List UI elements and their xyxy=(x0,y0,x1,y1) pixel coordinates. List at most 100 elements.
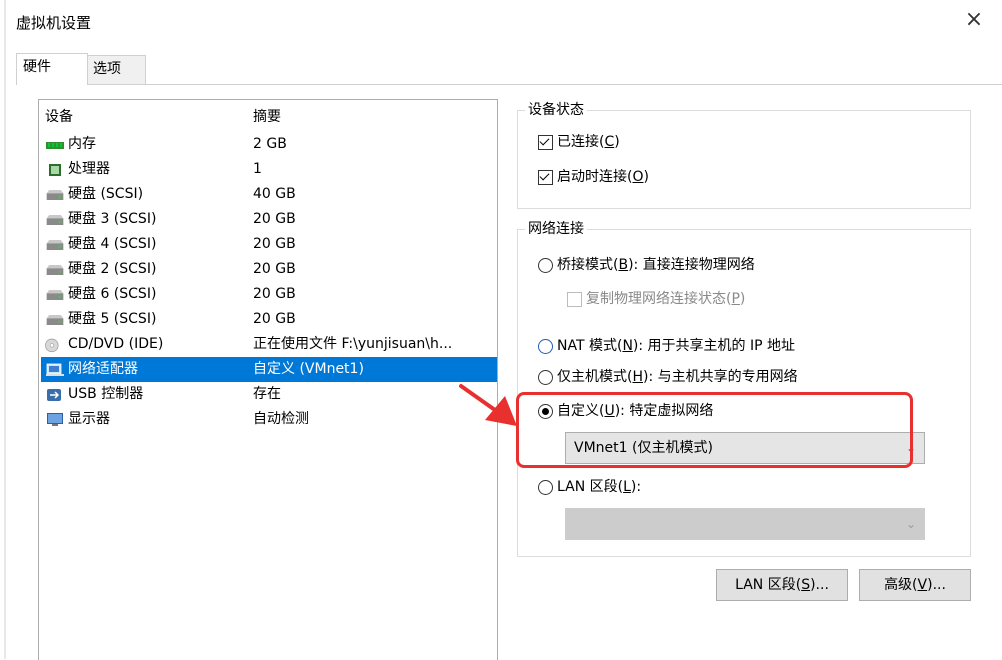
device-name: 硬盘 5 (SCSI) xyxy=(68,311,157,327)
close-icon[interactable]: × xyxy=(962,8,986,32)
bridged-radio[interactable]: 桥接模式(B): 直接连接物理网络 xyxy=(538,254,755,276)
harddisk-icon xyxy=(46,215,64,225)
lan-segment-radio[interactable]: LAN 区段(L): xyxy=(538,476,641,498)
summary-header-label: 摘要 xyxy=(253,109,281,125)
radio-button[interactable] xyxy=(538,338,553,354)
device-name: 硬盘 6 (SCSI) xyxy=(68,286,157,302)
advanced-button[interactable]: 高级(V)... xyxy=(859,569,971,601)
host-only-radio[interactable]: 仅主机模式(H): 与主机共享的专用网络 xyxy=(538,366,798,388)
connected-label: 已连接( xyxy=(557,134,605,150)
nat-radio[interactable]: NAT 模式(N): 用于共享主机的 IP 地址 xyxy=(538,335,795,357)
device-summary: 2 GB xyxy=(253,136,287,152)
device-name: 硬盘 3 (SCSI) xyxy=(68,211,157,227)
device-name: 网络适配器 xyxy=(68,361,138,377)
lan-segments-button-label: LAN 区段( xyxy=(735,577,802,593)
lan-segments-button-key: S xyxy=(801,577,811,593)
display-icon xyxy=(47,413,63,426)
tab-hardware[interactable]: 硬件 xyxy=(16,53,88,85)
lan-segment-label: LAN 区段( xyxy=(557,479,624,495)
network-adapter-icon xyxy=(46,363,64,376)
advanced-button-key: V xyxy=(917,577,928,593)
connect-at-power-on-checkbox[interactable]: 启动时连接(O) xyxy=(538,166,649,188)
device-row-network-adapter[interactable]: 网络适配器 自定义 (VMnet1) xyxy=(41,357,497,382)
device-row-processor[interactable]: 处理器 1 xyxy=(41,157,497,182)
lan-segment-key: L xyxy=(623,479,631,495)
nat-label: NAT 模式( xyxy=(557,338,623,354)
device-name: CD/DVD (IDE) xyxy=(68,336,164,352)
network-connection-title: 网络连接 xyxy=(525,220,587,238)
device-row-display[interactable]: 显示器 自动检测 xyxy=(41,407,497,432)
cd-icon xyxy=(45,338,59,353)
device-name: 硬盘 4 (SCSI) xyxy=(68,236,157,252)
host-only-label: 仅主机模式( xyxy=(557,369,633,385)
tab-options[interactable]: 选项 xyxy=(86,55,146,85)
harddisk-icon xyxy=(46,290,64,300)
device-row-harddisk-3[interactable]: 硬盘 3 (SCSI) 20 GB xyxy=(41,207,497,232)
device-row-usb[interactable]: USB 控制器 存在 xyxy=(41,382,497,407)
device-row-harddisk-4[interactable]: 硬盘 4 (SCSI) 20 GB xyxy=(41,232,497,257)
device-name: 硬盘 (SCSI) xyxy=(68,186,144,202)
harddisk-icon xyxy=(46,190,64,200)
device-summary: 存在 xyxy=(253,386,281,402)
device-status-group: 设备状态 已连接(C) 启动时连接(O) xyxy=(517,101,971,209)
connect-at-power-on-label: 启动时连接( xyxy=(557,169,633,185)
device-name: 内存 xyxy=(68,136,96,152)
device-row-harddisk-6[interactable]: 硬盘 6 (SCSI) 20 GB xyxy=(41,282,497,307)
device-row-harddisk-2[interactable]: 硬盘 2 (SCSI) 20 GB xyxy=(41,257,497,282)
replicate-label: 复制物理网络连接状态( xyxy=(586,291,732,307)
replicate-state-checkbox[interactable]: 复制物理网络连接状态(P) xyxy=(567,288,745,310)
device-name: 显示器 xyxy=(68,411,110,427)
device-row-cd-dvd[interactable]: CD/DVD (IDE) 正在使用文件 F:\yunjisuan\h... xyxy=(41,332,497,357)
harddisk-icon xyxy=(46,315,64,325)
device-status-title: 设备状态 xyxy=(525,101,587,119)
harddisk-icon xyxy=(46,265,64,275)
chevron-down-icon: ⌄ xyxy=(905,517,916,531)
annotation-arrow-icon xyxy=(459,384,517,426)
bridged-key: B xyxy=(618,257,629,273)
device-name: 处理器 xyxy=(68,161,110,177)
advanced-button-label: 高级( xyxy=(884,577,918,593)
radio-button[interactable] xyxy=(538,369,553,385)
checkbox-box[interactable] xyxy=(567,291,582,307)
connect-at-power-on-suffix: ) xyxy=(643,169,649,185)
device-row-harddisk-5[interactable]: 硬盘 5 (SCSI) 20 GB xyxy=(41,307,497,332)
annotation-highlight-box xyxy=(516,392,913,468)
device-column-header: 设备 xyxy=(45,106,73,126)
device-list[interactable]: 设备 摘要 内存 2 GB 处理器 1 硬盘 (SCSI) 40 GB 硬盘 3… xyxy=(38,99,498,660)
device-header-label: 设备 xyxy=(45,109,73,125)
lan-segment-select[interactable]: ⌄ xyxy=(565,508,925,540)
radio-button[interactable] xyxy=(538,257,553,273)
connected-key: C xyxy=(604,134,615,150)
connected-suffix: ) xyxy=(614,134,620,150)
lan-segments-button-suffix: )... xyxy=(810,577,829,593)
host-only-key: H xyxy=(632,369,643,385)
device-summary: 1 xyxy=(253,161,262,177)
summary-column-header: 摘要 xyxy=(253,106,281,126)
host-only-suffix: ): 与主机共享的专用网络 xyxy=(643,369,798,385)
memory-icon xyxy=(46,142,64,149)
nat-key: N xyxy=(622,338,633,354)
radio-button[interactable] xyxy=(538,479,553,495)
device-summary: 20 GB xyxy=(253,211,296,227)
usb-icon xyxy=(47,389,61,401)
nat-suffix: ): 用于共享主机的 IP 地址 xyxy=(632,338,796,354)
connected-checkbox[interactable]: 已连接(C) xyxy=(538,131,620,153)
lan-segments-button[interactable]: LAN 区段(S)... xyxy=(716,569,848,601)
device-summary: 自定义 (VMnet1) xyxy=(253,361,364,377)
harddisk-icon xyxy=(46,240,64,250)
tab-divider xyxy=(16,84,1002,85)
lan-segment-suffix: ): xyxy=(630,479,642,495)
device-summary: 20 GB xyxy=(253,311,296,327)
replicate-suffix: ) xyxy=(739,291,746,307)
replicate-key: P xyxy=(731,291,740,307)
device-summary: 自动检测 xyxy=(253,411,309,427)
device-summary: 20 GB xyxy=(253,286,296,302)
bridged-label: 桥接模式( xyxy=(557,257,619,273)
bridged-suffix: ): 直接连接物理网络 xyxy=(628,257,755,273)
device-summary: 40 GB xyxy=(253,186,296,202)
checkbox-box[interactable] xyxy=(538,134,553,150)
device-row-harddisk[interactable]: 硬盘 (SCSI) 40 GB xyxy=(41,182,497,207)
checkbox-box[interactable] xyxy=(538,169,553,185)
window-left-edge xyxy=(4,0,6,659)
device-row-memory[interactable]: 内存 2 GB xyxy=(41,132,497,157)
